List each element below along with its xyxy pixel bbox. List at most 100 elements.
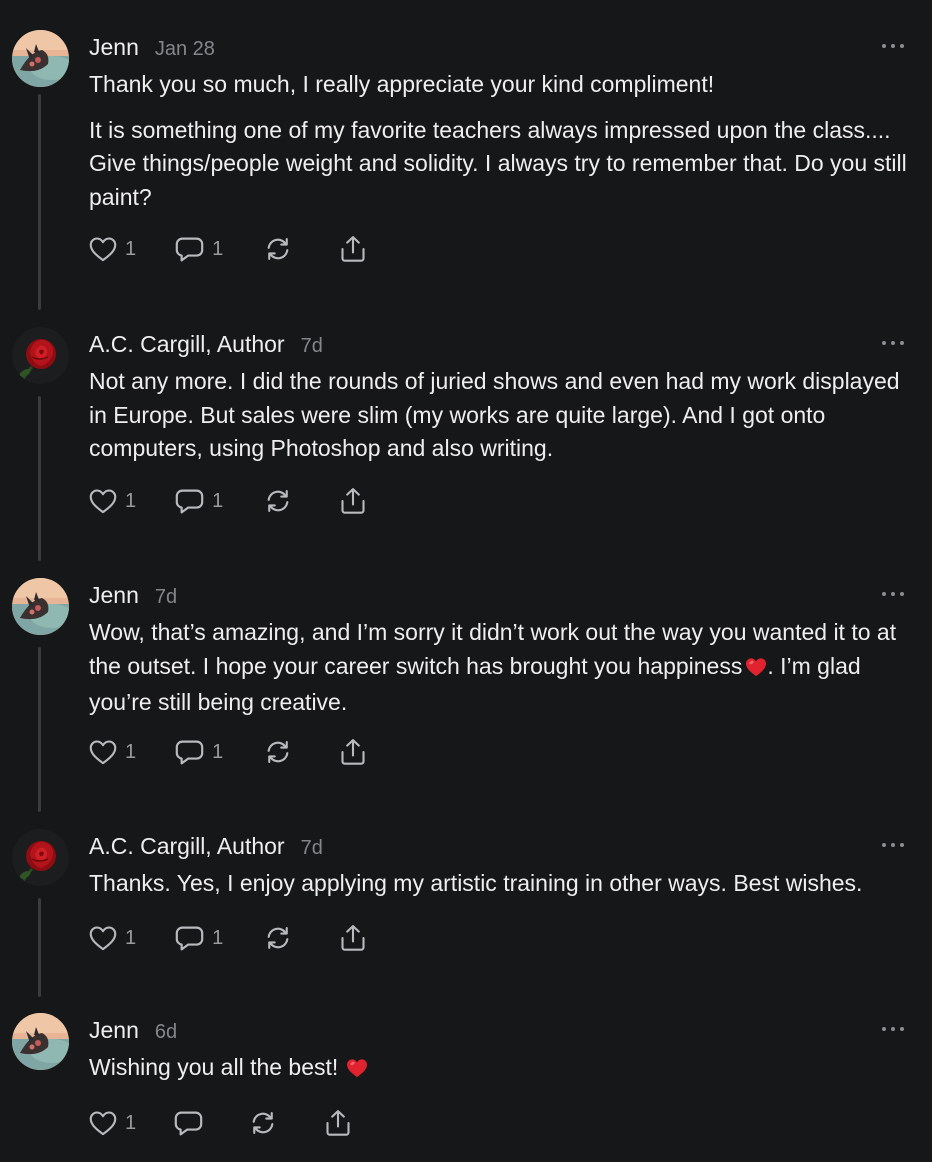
share-upload-icon bbox=[341, 925, 365, 951]
share-upload-icon bbox=[326, 1110, 350, 1136]
thread-line bbox=[38, 396, 41, 561]
like-button[interactable]: 1 bbox=[89, 488, 136, 514]
share-button[interactable] bbox=[340, 738, 366, 766]
comment-time[interactable]: 7d bbox=[301, 837, 323, 860]
author-name[interactable]: Jenn bbox=[89, 34, 139, 61]
more-options-button[interactable] bbox=[882, 1027, 904, 1033]
restack-button[interactable] bbox=[249, 1110, 277, 1136]
more-dots-icon bbox=[882, 843, 886, 847]
share-button[interactable] bbox=[325, 1109, 351, 1137]
comment-time[interactable]: 6d bbox=[155, 1021, 177, 1044]
comment-header: A.C. Cargill, Author 7d bbox=[89, 833, 323, 860]
comment: A.C. Cargill, Author 7d Thanks. Yes, I e… bbox=[0, 829, 932, 997]
avatar-jenn[interactable] bbox=[12, 578, 69, 635]
author-name[interactable]: Jenn bbox=[89, 1017, 139, 1044]
restack-button[interactable] bbox=[264, 739, 292, 765]
comment-header: A.C. Cargill, Author 7d bbox=[89, 331, 323, 358]
restack-arrows-icon bbox=[267, 927, 289, 949]
comment-body: Thanks. Yes, I enjoy applying my artisti… bbox=[89, 867, 919, 901]
thread-line bbox=[38, 94, 41, 310]
restack-button[interactable] bbox=[264, 925, 292, 951]
restack-arrows-icon bbox=[267, 741, 289, 763]
comment-body: Thank you so much, I really appreciate y… bbox=[89, 68, 919, 214]
heart-outline-icon bbox=[89, 1111, 117, 1136]
share-button[interactable] bbox=[340, 235, 366, 263]
comment-body: Wishing you all the best! bbox=[89, 1051, 919, 1088]
comment-text: Thanks. Yes, I enjoy applying my artisti… bbox=[89, 870, 863, 896]
comment-time[interactable]: Jan 28 bbox=[155, 38, 215, 61]
comment-actions: 1 1 bbox=[89, 487, 366, 515]
reply-count: 1 bbox=[212, 926, 224, 949]
speech-bubble-icon bbox=[175, 926, 204, 950]
author-name[interactable]: A.C. Cargill, Author bbox=[89, 331, 285, 358]
comment-header: Jenn 6d bbox=[89, 1017, 177, 1044]
avatar-jenn[interactable] bbox=[12, 1013, 69, 1070]
comment-actions: 1 1 bbox=[89, 738, 366, 766]
comment-text: Thank you so much, I really appreciate y… bbox=[89, 71, 715, 97]
speech-bubble-icon bbox=[175, 740, 204, 764]
comment-actions: 1 bbox=[89, 1109, 351, 1137]
like-count: 1 bbox=[125, 740, 137, 763]
like-count: 1 bbox=[125, 489, 137, 512]
reply-button[interactable]: 1 bbox=[175, 739, 223, 766]
author-name[interactable]: A.C. Cargill, Author bbox=[89, 833, 285, 860]
comment-text: Wishing you all the best! bbox=[89, 1051, 919, 1088]
share-upload-icon bbox=[341, 236, 365, 262]
restack-arrows-icon bbox=[267, 238, 289, 260]
more-options-button[interactable] bbox=[882, 592, 904, 598]
red-heart-emoji bbox=[745, 653, 767, 687]
heart-outline-icon bbox=[89, 237, 117, 262]
restack-arrows-icon bbox=[267, 490, 289, 512]
reply-button[interactable]: 1 bbox=[175, 925, 223, 952]
author-name[interactable]: Jenn bbox=[89, 582, 139, 609]
comment-time[interactable]: 7d bbox=[301, 335, 323, 358]
like-button[interactable]: 1 bbox=[89, 1110, 136, 1136]
share-upload-icon bbox=[341, 739, 365, 765]
heart-outline-icon bbox=[89, 740, 117, 765]
comment: Jenn Jan 28 Thank you so much, I really … bbox=[0, 30, 932, 310]
more-dots-icon bbox=[882, 1027, 886, 1031]
more-options-button[interactable] bbox=[882, 843, 904, 849]
comment-body: Wow, that’s amazing, and I’m sorry it di… bbox=[89, 616, 919, 720]
more-options-button[interactable] bbox=[882, 341, 904, 347]
avatar-jenn[interactable] bbox=[12, 30, 69, 87]
like-count: 1 bbox=[125, 926, 137, 949]
comment-actions: 1 1 bbox=[89, 235, 366, 263]
comment-header: Jenn Jan 28 bbox=[89, 34, 215, 61]
reply-button[interactable]: 1 bbox=[175, 488, 223, 515]
like-button[interactable]: 1 bbox=[89, 925, 136, 951]
restack-button[interactable] bbox=[264, 488, 292, 514]
comment-header: Jenn 7d bbox=[89, 582, 177, 609]
like-count: 1 bbox=[125, 237, 137, 260]
share-upload-icon bbox=[341, 488, 365, 514]
thread-line bbox=[38, 647, 41, 812]
like-button[interactable]: 1 bbox=[89, 236, 136, 262]
comment: A.C. Cargill, Author 7d Not any more. I … bbox=[0, 327, 932, 561]
share-button[interactable] bbox=[340, 487, 366, 515]
avatar-ac-cargill[interactable] bbox=[12, 327, 69, 384]
comment-thread: Jenn Jan 28 Thank you so much, I really … bbox=[0, 0, 932, 1162]
reply-count: 1 bbox=[212, 740, 224, 763]
comment: Jenn 6d Wishing you all the best! 1 bbox=[0, 1013, 932, 1153]
comment-actions: 1 1 bbox=[89, 924, 366, 952]
speech-bubble-icon bbox=[174, 1111, 203, 1135]
heart-outline-icon bbox=[89, 926, 117, 951]
comment-text-part: Wishing you all the best! bbox=[89, 1054, 339, 1080]
reply-count: 1 bbox=[212, 237, 224, 260]
red-heart-emoji bbox=[346, 1054, 368, 1088]
heart-outline-icon bbox=[89, 489, 117, 514]
share-button[interactable] bbox=[340, 924, 366, 952]
more-dots-icon bbox=[882, 341, 886, 345]
comment-time[interactable]: 7d bbox=[155, 586, 177, 609]
restack-button[interactable] bbox=[264, 236, 292, 262]
more-options-button[interactable] bbox=[882, 44, 904, 50]
reply-button[interactable]: 1 bbox=[175, 236, 223, 263]
like-button[interactable]: 1 bbox=[89, 739, 136, 765]
avatar-ac-cargill[interactable] bbox=[12, 829, 69, 886]
comment-text: Wow, that’s amazing, and I’m sorry it di… bbox=[89, 616, 919, 720]
comment-text: Not any more. I did the rounds of juried… bbox=[89, 368, 900, 461]
speech-bubble-icon bbox=[175, 489, 204, 513]
reply-button[interactable] bbox=[174, 1110, 203, 1137]
reply-count: 1 bbox=[212, 489, 224, 512]
speech-bubble-icon bbox=[175, 237, 204, 261]
